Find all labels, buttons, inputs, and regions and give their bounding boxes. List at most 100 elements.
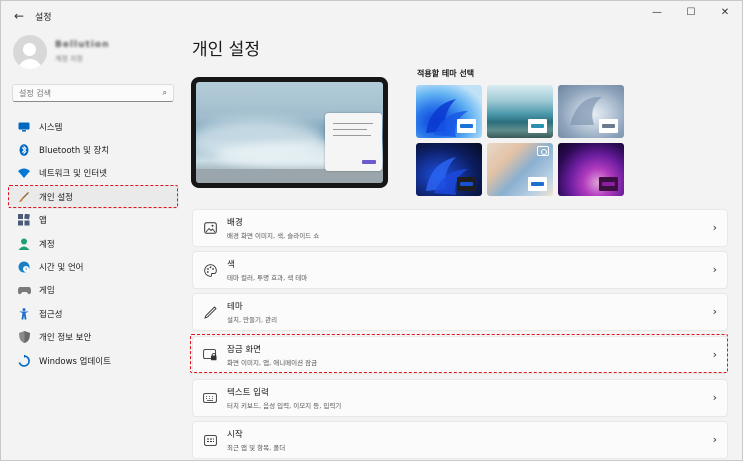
preview-shore	[196, 169, 383, 183]
card-subtitle: 테마 컬러, 투명 효과, 색 테마	[227, 274, 308, 282]
sidebar-item-privacy[interactable]: 개인 정보 보안	[9, 326, 179, 349]
theme-badge	[528, 119, 547, 133]
theme-badge	[599, 177, 618, 191]
theme-badge	[457, 177, 476, 191]
sidebar-item-label: 개인 정보 보안	[39, 333, 92, 344]
preview-line	[333, 135, 371, 136]
bluetooth-icon	[17, 143, 31, 157]
chevron-right-icon: ›	[712, 263, 717, 276]
maximize-button[interactable]: ☐	[674, 1, 708, 23]
lock-screen-icon	[202, 347, 218, 363]
sidebar-item-label: 시스템	[39, 122, 63, 133]
card-background[interactable]: 배경 배경 화면 이미지, 색, 슬라이드 쇼 ›	[192, 209, 728, 247]
start-icon	[202, 432, 218, 448]
sidebar-item-label: Windows 업데이트	[39, 356, 111, 367]
card-text-input[interactable]: 텍스트 입력 터치 키보드, 음성 입력, 이모지 등, 입력기 ›	[192, 379, 728, 417]
sidebar-item-label: 접근성	[39, 309, 63, 320]
card-themes[interactable]: 테마 설치, 만들기, 관리 ›	[192, 293, 728, 331]
theme-tile-glow[interactable]	[487, 85, 553, 138]
sidebar-item-network[interactable]: 네트워크 및 인터넷	[9, 162, 179, 185]
chevron-right-icon: ›	[712, 391, 717, 404]
sidebar-item-personalization[interactable]: 개인 설정	[9, 185, 179, 209]
preview-line	[333, 123, 373, 124]
sidebar-item-bluetooth[interactable]: Bluetooth 및 장치	[9, 138, 179, 161]
sidebar-item-label: 시간 및 언어	[39, 263, 84, 274]
sidebar-item-accounts[interactable]: 계정	[9, 232, 179, 255]
card-subtitle: 화면 이미지, 앱, 애니메이션 잠금	[227, 359, 318, 367]
card-title: 시작	[227, 430, 243, 440]
sidebar-item-label: 앱	[39, 216, 47, 227]
card-subtitle: 설치, 만들기, 관리	[227, 316, 278, 324]
preview-sample-window	[325, 113, 382, 171]
sidebar-item-windows-update[interactable]: Windows 업데이트	[9, 349, 179, 372]
sidebar-item-gaming[interactable]: 게임	[9, 279, 179, 302]
chevron-right-icon: ›	[712, 433, 717, 446]
search-icon[interactable]: ⌕	[163, 88, 167, 98]
preview-accent-button	[362, 160, 376, 164]
avatar-head-icon	[23, 43, 36, 56]
palette-icon	[202, 262, 218, 278]
sidebar-item-label: 계정	[39, 239, 55, 250]
back-button[interactable]: ←	[7, 4, 31, 28]
minimize-button[interactable]: —	[640, 1, 674, 23]
theme-tile-flow[interactable]	[487, 143, 553, 196]
theme-tile-windows-light[interactable]	[416, 85, 482, 138]
theme-badge	[599, 119, 618, 133]
camera-icon	[537, 146, 549, 156]
sidebar-item-label: 네트워크 및 인터넷	[39, 169, 107, 180]
card-subtitle: 배경 화면 이미지, 색, 슬라이드 쇼	[227, 232, 320, 240]
card-start[interactable]: 시작 최근 앱 및 항목, 폴더 ›	[192, 421, 728, 459]
theme-badge	[457, 119, 476, 133]
theme-badge	[528, 177, 547, 191]
shield-icon	[17, 330, 31, 344]
theme-tile-windows-dark[interactable]	[416, 143, 482, 196]
preview-line	[333, 129, 367, 130]
user-profile[interactable]: Bellution 계정 지정	[13, 35, 110, 69]
sidebar-item-time-language[interactable]: 시간 및 언어	[9, 255, 179, 278]
image-icon	[202, 220, 218, 236]
globe-clock-icon	[17, 260, 31, 274]
theme-grid	[416, 85, 624, 197]
sidebar-item-label: 게임	[39, 286, 55, 297]
brush-icon	[17, 190, 31, 204]
sidebar-item-apps[interactable]: 앱	[9, 209, 179, 232]
sidebar-nav: 시스템 Bluetooth 및 장치 네트워크 및 인터넷 개인 설정 앱 계정…	[9, 115, 179, 372]
theme-tile-sunrise[interactable]	[558, 143, 624, 196]
person-icon	[17, 237, 31, 251]
sidebar-item-system[interactable]: 시스템	[9, 115, 179, 138]
card-colors[interactable]: 색 테마 컬러, 투명 효과, 색 테마 ›	[192, 251, 728, 289]
theme-tile-captured-motion[interactable]	[558, 85, 624, 138]
keyboard-icon	[202, 390, 218, 406]
card-subtitle: 터치 키보드, 음성 입력, 이모지 등, 입력기	[227, 402, 342, 410]
profile-text: Bellution 계정 지정	[55, 40, 110, 64]
search-input[interactable]	[19, 88, 149, 98]
profile-name: Bellution	[55, 40, 110, 50]
chevron-right-icon: ›	[712, 305, 717, 318]
theme-section-title: 적용할 테마 선택	[417, 69, 475, 78]
chevron-right-icon: ›	[712, 348, 717, 361]
apps-icon	[17, 213, 31, 227]
card-title: 배경	[227, 218, 243, 228]
preview-wallpaper	[196, 82, 383, 183]
avatar-body-icon	[18, 59, 42, 69]
title-bar: ← 설정 — ☐ ✕	[1, 1, 742, 31]
card-title: 텍스트 입력	[227, 388, 269, 398]
accessibility-icon	[17, 307, 31, 321]
search-box[interactable]: ⌕	[12, 84, 174, 102]
wifi-icon	[17, 166, 31, 180]
monitor-icon	[17, 120, 31, 134]
close-button[interactable]: ✕	[708, 1, 742, 23]
theme-preview	[191, 77, 388, 188]
card-subtitle: 최근 앱 및 항목, 폴더	[227, 444, 286, 452]
gamepad-icon	[17, 283, 31, 297]
sidebar: Bellution 계정 지정 ⌕ 시스템 Bluetooth 및 장치	[1, 31, 185, 461]
card-title: 잠금 화면	[227, 345, 261, 355]
app-title: 설정	[35, 12, 52, 23]
sidebar-item-label: Bluetooth 및 장치	[39, 146, 110, 157]
card-lock-screen[interactable]: 잠금 화면 화면 이미지, 앱, 애니메이션 잠금 ›	[192, 336, 728, 374]
update-icon	[17, 354, 31, 368]
sidebar-item-accessibility[interactable]: 접근성	[9, 302, 179, 325]
pen-icon	[202, 304, 218, 320]
sidebar-item-label: 개인 설정	[39, 192, 73, 203]
card-title: 색	[227, 260, 235, 270]
